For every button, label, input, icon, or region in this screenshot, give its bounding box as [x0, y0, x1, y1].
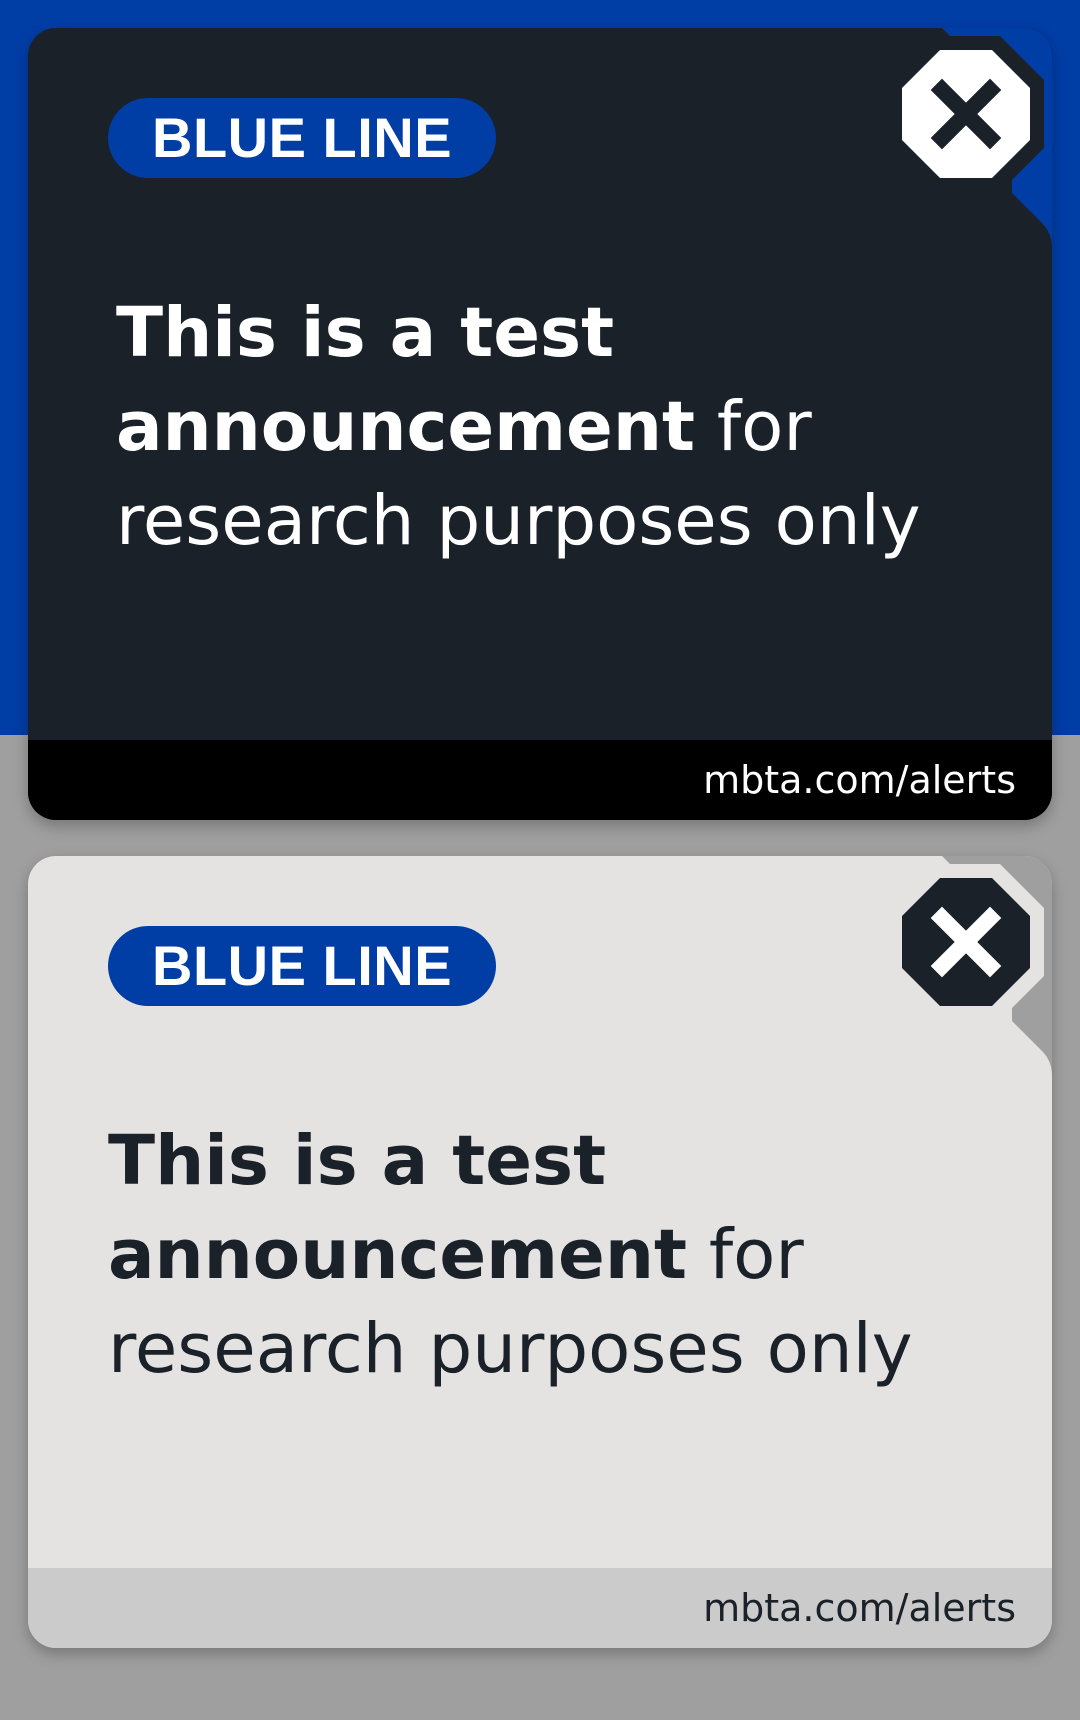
alert-message: This is a test announcement for research…	[116, 286, 976, 568]
line-badge: BLUE LINE	[108, 926, 497, 1006]
alerts-link[interactable]: mbta.com/alerts	[703, 1568, 1016, 1648]
alerts-link[interactable]: mbta.com/alerts	[703, 740, 1016, 820]
alert-footer: mbta.com/alerts	[28, 740, 1052, 820]
close-button-light[interactable]	[880, 856, 1052, 1028]
close-x-octagon-icon	[888, 36, 1044, 192]
alert-footer: mbta.com/alerts	[28, 1568, 1052, 1648]
alert-message: This is a test announcement for research…	[108, 1114, 968, 1396]
close-button-dark[interactable]	[880, 28, 1052, 200]
alert-message-bold: This is a test announcement	[108, 1121, 687, 1295]
line-badge: BLUE LINE	[108, 98, 497, 178]
close-x-octagon-icon	[888, 864, 1044, 1020]
alert-message-bold: This is a test announcement	[116, 293, 695, 467]
